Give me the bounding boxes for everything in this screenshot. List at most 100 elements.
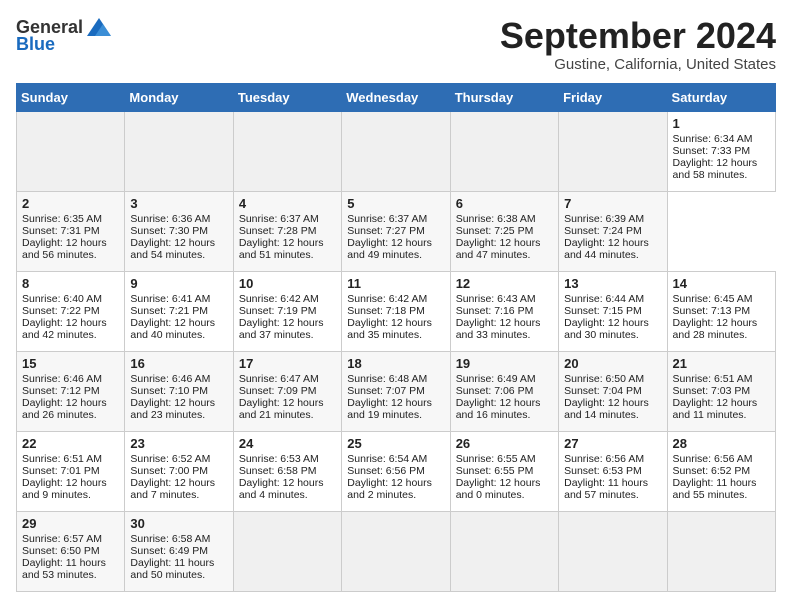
daylight: Daylight: 12 hours [347,237,432,249]
sunrise: Sunrise: 6:49 AM [456,373,536,385]
daylight: Daylight: 12 hours [456,237,541,249]
sunset: Sunset: 7:09 PM [239,385,317,397]
sunrise: Sunrise: 6:38 AM [456,213,536,225]
sunrise: Sunrise: 6:42 AM [347,293,427,305]
sunset: Sunset: 7:28 PM [239,225,317,237]
sunset: Sunset: 7:30 PM [130,225,208,237]
day-number: 20 [564,356,661,371]
daylight-minutes: and 16 minutes. [456,409,531,421]
daylight: Daylight: 11 hours [22,557,106,569]
sunset: Sunset: 6:56 PM [347,465,425,477]
day-number: 9 [130,276,227,291]
daylight-minutes: and 35 minutes. [347,329,422,341]
daylight-minutes: and 30 minutes. [564,329,639,341]
calendar-cell: 4Sunrise: 6:37 AMSunset: 7:28 PMDaylight… [233,191,341,271]
daylight-minutes: and 21 minutes. [239,409,314,421]
daylight: Daylight: 12 hours [239,477,324,489]
sunset: Sunset: 7:24 PM [564,225,642,237]
daylight-minutes: and 0 minutes. [456,489,525,501]
sunrise: Sunrise: 6:43 AM [456,293,536,305]
daylight-minutes: and 49 minutes. [347,249,422,261]
daylight-minutes: and 42 minutes. [22,329,97,341]
daylight: Daylight: 12 hours [456,397,541,409]
sunrise: Sunrise: 6:57 AM [22,533,102,545]
daylight-minutes: and 23 minutes. [130,409,205,421]
sunset: Sunset: 7:16 PM [456,305,534,317]
sunset: Sunset: 7:27 PM [347,225,425,237]
daylight-minutes: and 58 minutes. [673,169,748,181]
sunset: Sunset: 7:21 PM [130,305,208,317]
sunset: Sunset: 7:22 PM [22,305,100,317]
day-number: 19 [456,356,553,371]
sunset: Sunset: 6:52 PM [673,465,751,477]
page-header: General Blue September 2024 Gustine, Cal… [16,16,776,73]
sunrise: Sunrise: 6:56 AM [673,453,753,465]
sunrise: Sunrise: 6:51 AM [673,373,753,385]
daylight: Daylight: 12 hours [347,477,432,489]
day-number: 12 [456,276,553,291]
daylight-minutes: and 47 minutes. [456,249,531,261]
daylight: Daylight: 12 hours [130,237,215,249]
day-number: 15 [22,356,119,371]
daylight-minutes: and 54 minutes. [130,249,205,261]
calendar-cell [125,111,233,191]
sunset: Sunset: 7:04 PM [564,385,642,397]
day-number: 26 [456,436,553,451]
sunrise: Sunrise: 6:45 AM [673,293,753,305]
title-section: September 2024 Gustine, California, Unit… [500,16,776,73]
sunset: Sunset: 7:15 PM [564,305,642,317]
calendar-cell: 9Sunrise: 6:41 AMSunset: 7:21 PMDaylight… [125,271,233,351]
daylight-minutes: and 2 minutes. [347,489,416,501]
calendar-cell: 21Sunrise: 6:51 AMSunset: 7:03 PMDayligh… [667,351,775,431]
sunrise: Sunrise: 6:44 AM [564,293,644,305]
sunrise: Sunrise: 6:58 AM [130,533,210,545]
day-number: 13 [564,276,661,291]
calendar-cell [233,111,341,191]
calendar-cell: 2Sunrise: 6:35 AMSunset: 7:31 PMDaylight… [17,191,125,271]
calendar-cell: 11Sunrise: 6:42 AMSunset: 7:18 PMDayligh… [342,271,450,351]
daylight-minutes: and 19 minutes. [347,409,422,421]
sunset: Sunset: 7:12 PM [22,385,100,397]
calendar-cell: 12Sunrise: 6:43 AMSunset: 7:16 PMDayligh… [450,271,558,351]
sunset: Sunset: 7:00 PM [130,465,208,477]
daylight: Daylight: 12 hours [130,477,215,489]
daylight: Daylight: 12 hours [347,317,432,329]
sunrise: Sunrise: 6:34 AM [673,133,753,145]
sunset: Sunset: 7:06 PM [456,385,534,397]
day-number: 27 [564,436,661,451]
daylight-minutes: and 55 minutes. [673,489,748,501]
sunrise: Sunrise: 6:48 AM [347,373,427,385]
calendar-cell [450,111,558,191]
calendar-cell [559,511,667,591]
calendar-header-day: Monday [125,83,233,111]
location: Gustine, California, United States [500,56,776,73]
calendar-cell [342,511,450,591]
day-number: 18 [347,356,444,371]
daylight: Daylight: 11 hours [130,557,214,569]
sunrise: Sunrise: 6:56 AM [564,453,644,465]
day-number: 21 [673,356,770,371]
calendar-cell [233,511,341,591]
calendar-cell: 8Sunrise: 6:40 AMSunset: 7:22 PMDaylight… [17,271,125,351]
day-number: 8 [22,276,119,291]
calendar-cell: 26Sunrise: 6:55 AMSunset: 6:55 PMDayligh… [450,431,558,511]
daylight: Daylight: 12 hours [673,397,758,409]
day-number: 29 [22,516,119,531]
sunrise: Sunrise: 6:53 AM [239,453,319,465]
daylight-minutes: and 9 minutes. [22,489,91,501]
calendar-cell: 16Sunrise: 6:46 AMSunset: 7:10 PMDayligh… [125,351,233,431]
day-number: 14 [673,276,770,291]
daylight-minutes: and 50 minutes. [130,569,205,581]
calendar-week-row: 15Sunrise: 6:46 AMSunset: 7:12 PMDayligh… [17,351,776,431]
daylight: Daylight: 12 hours [239,397,324,409]
daylight-minutes: and 14 minutes. [564,409,639,421]
day-number: 28 [673,436,770,451]
sunrise: Sunrise: 6:36 AM [130,213,210,225]
daylight: Daylight: 12 hours [22,237,107,249]
day-number: 3 [130,196,227,211]
sunset: Sunset: 7:33 PM [673,145,751,157]
daylight: Daylight: 12 hours [22,317,107,329]
day-number: 1 [673,116,770,131]
day-number: 16 [130,356,227,371]
calendar-header-day: Sunday [17,83,125,111]
